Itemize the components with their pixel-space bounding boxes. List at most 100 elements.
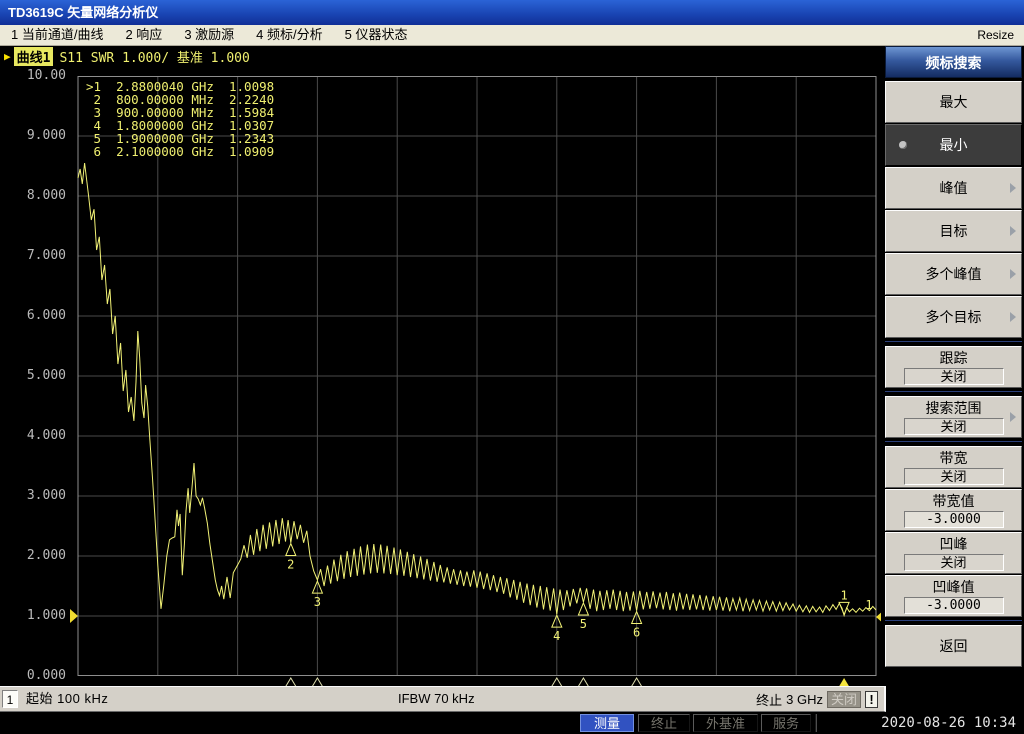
trace-tab[interactable]: 曲线1 xyxy=(13,46,54,66)
softkey-label: 返回 xyxy=(939,637,968,654)
menu-item-response[interactable]: 2 响应 xyxy=(114,25,173,45)
softkey-value-box: -3.0000 xyxy=(903,596,1004,614)
service-button[interactable]: 服务 xyxy=(761,714,811,732)
softkey-label: 多个目标 xyxy=(925,308,982,325)
softkey-notch-value[interactable]: 凹峰值 -3.0000 xyxy=(885,575,1022,617)
active-trace-arrow-icon: ▶ xyxy=(4,49,11,63)
softkey-multi-peak[interactable]: 多个峰值 xyxy=(885,253,1022,295)
menu-item-stimulus[interactable]: 3 激励源 xyxy=(173,25,245,45)
ifbw-readout: IFBW 70 kHz xyxy=(398,691,475,706)
menu-item-instrument-state[interactable]: 5 仪器状态 xyxy=(334,25,419,45)
softkey-group-separator xyxy=(885,389,1022,395)
y-axis-label: 9.000 xyxy=(26,128,66,143)
menu-bar: 1 当前通道/曲线 2 响应 3 激励源 4 频标/分析 5 仪器状态 Resize xyxy=(0,25,1024,46)
svg-text:5: 5 xyxy=(580,617,587,631)
instrument-status-bar: 测量 终止 外基准 服务 2020-08-26 10:34 xyxy=(0,712,1024,734)
submenu-arrow-icon xyxy=(1010,269,1016,279)
submenu-arrow-icon xyxy=(1010,412,1016,422)
softkey-min[interactable]: 最小 xyxy=(885,124,1022,166)
clock: 2020-08-26 10:34 xyxy=(881,715,1016,731)
y-axis-label: 8.000 xyxy=(26,188,66,203)
active-marker-edge-label: 1 xyxy=(865,598,872,612)
menu-item-channel-trace[interactable]: 1 当前通道/曲线 xyxy=(0,25,114,45)
softkey-tracking[interactable]: 跟踪 关闭 xyxy=(885,346,1022,388)
start-label: 起始 xyxy=(26,691,54,706)
submenu-arrow-icon xyxy=(1010,183,1016,193)
sidebar-header: 频标搜索 xyxy=(885,46,1022,78)
softkey-label: 多个峰值 xyxy=(925,265,982,282)
start-frequency: 起始 100 kHz xyxy=(26,687,108,711)
channel-number-box: 1 xyxy=(2,690,18,708)
window-title-bar: TD3619C 矢量网络分析仪 xyxy=(0,0,1024,25)
stop-frequency-group: 终止 3 GHz 关闭 ! xyxy=(756,687,878,711)
y-axis-label: 6.000 xyxy=(26,308,66,323)
svg-text:2: 2 xyxy=(287,558,294,572)
abort-button[interactable]: 终止 xyxy=(638,714,690,732)
stop-label: 终止 xyxy=(756,692,783,708)
softkey-label: 目标 xyxy=(939,222,968,239)
softkey-multi-target[interactable]: 多个目标 xyxy=(885,296,1022,338)
trace-marker-1[interactable]: 1 xyxy=(838,588,850,616)
softkey-value-box: 关闭 xyxy=(903,467,1004,485)
softkey-label: 峰值 xyxy=(939,179,968,196)
y-axis-label: 2.000 xyxy=(26,548,66,563)
softkey-bandwidth[interactable]: 带宽 关闭 xyxy=(885,446,1022,488)
submenu-arrow-icon xyxy=(1010,226,1016,236)
softkey-label: 最小 xyxy=(939,136,968,153)
softkey-value-box: 关闭 xyxy=(903,417,1004,435)
trace-format-text: S11 SWR 1.000/ 基准 1.000 xyxy=(59,50,250,66)
svg-text:1: 1 xyxy=(840,588,847,602)
plot-area[interactable]: 1 1 2 3 4 5 6 xyxy=(70,76,884,692)
softkey-sidebar: 频标搜索 最大 最小 峰值 目标 多个峰值 多个目标 跟踪 关闭 搜索范围 关闭 带宽 关闭 带宽值 -3… xyxy=(881,46,1024,712)
measure-status-button[interactable]: 测量 xyxy=(580,714,634,732)
chart-panel: ▶ 曲线1 S11 SWR 1.000/ 基准 1.000 10.00 9.000… xyxy=(0,46,884,689)
marker-readout-row: 6 2.1000000 GHz 1.0909 xyxy=(86,144,275,159)
softkey-label: 最大 xyxy=(939,93,968,110)
vna-application-window: TD3619C 矢量网络分析仪 1 当前通道/曲线 2 响应 3 激励源 4 频标/分… xyxy=(0,0,1024,734)
softkey-notch[interactable]: 凹峰 关闭 xyxy=(885,532,1022,574)
y-axis-label: 5.000 xyxy=(26,368,66,383)
softkey-bandwidth-value[interactable]: 带宽值 -3.0000 xyxy=(885,489,1022,531)
menu-item-marker-analysis[interactable]: 4 频标/分析 xyxy=(245,25,333,45)
footer-divider xyxy=(815,714,817,732)
softkey-return[interactable]: 返回 xyxy=(885,625,1022,667)
softkey-label: 带宽 xyxy=(939,449,968,466)
y-axis-label: 7.000 xyxy=(26,248,66,263)
marker-readout-table: >1 2.8800040 GHz 1.0098 2 800.00000 MHz … xyxy=(86,80,274,158)
softkey-value-box: 关闭 xyxy=(903,367,1004,385)
softkey-value-box: -3.0000 xyxy=(903,510,1004,528)
softkey-group-separator xyxy=(885,618,1022,624)
y-axis-label: 10.00 xyxy=(26,68,66,83)
y-axis-label: 0.000 xyxy=(26,668,66,683)
y-axis-label: 3.000 xyxy=(26,488,66,503)
softkey-label: 凹峰值 xyxy=(932,578,975,595)
svg-text:4: 4 xyxy=(553,629,560,643)
stop-value: 3 GHz xyxy=(786,691,823,707)
y-axis-label: 1.000 xyxy=(26,608,66,623)
softkey-target[interactable]: 目标 xyxy=(885,210,1022,252)
sweep-status-bar: 1 起始 100 kHz IFBW 70 kHz 终止 3 GHz 关闭 ! xyxy=(0,686,886,712)
stop-toggle-button[interactable]: 关闭 xyxy=(826,690,861,708)
trace-marker-5[interactable]: 5 xyxy=(577,601,590,631)
softkey-label: 搜索范围 xyxy=(925,399,982,416)
softkey-label: 跟踪 xyxy=(939,349,968,366)
y-axis-label: 4.000 xyxy=(26,428,66,443)
svg-text:3: 3 xyxy=(314,595,321,609)
softkey-label: 带宽值 xyxy=(932,492,975,509)
softkey-label: 凹峰 xyxy=(939,535,968,552)
softkey-max[interactable]: 最大 xyxy=(885,81,1022,123)
reference-level-left-icon[interactable] xyxy=(70,609,78,623)
softkey-group-separator xyxy=(885,339,1022,345)
menu-item-resize[interactable]: Resize xyxy=(966,25,1024,45)
trace-header: ▶ 曲线1 S11 SWR 1.000/ 基准 1.000 xyxy=(4,46,250,66)
softkey-peak[interactable]: 峰值 xyxy=(885,167,1022,209)
svg-text:6: 6 xyxy=(633,626,640,640)
softkey-search-range[interactable]: 搜索范围 关闭 xyxy=(885,396,1022,438)
trace-marker-2[interactable]: 2 xyxy=(285,542,297,572)
external-reference-button[interactable]: 外基准 xyxy=(693,714,758,732)
radio-dot-icon xyxy=(899,141,907,149)
submenu-arrow-icon xyxy=(1010,312,1016,322)
alert-indicator[interactable]: ! xyxy=(865,690,878,708)
softkey-value-box: 关闭 xyxy=(903,553,1004,571)
main-area: ▶ 曲线1 S11 SWR 1.000/ 基准 1.000 10.00 9.000… xyxy=(0,46,1024,712)
